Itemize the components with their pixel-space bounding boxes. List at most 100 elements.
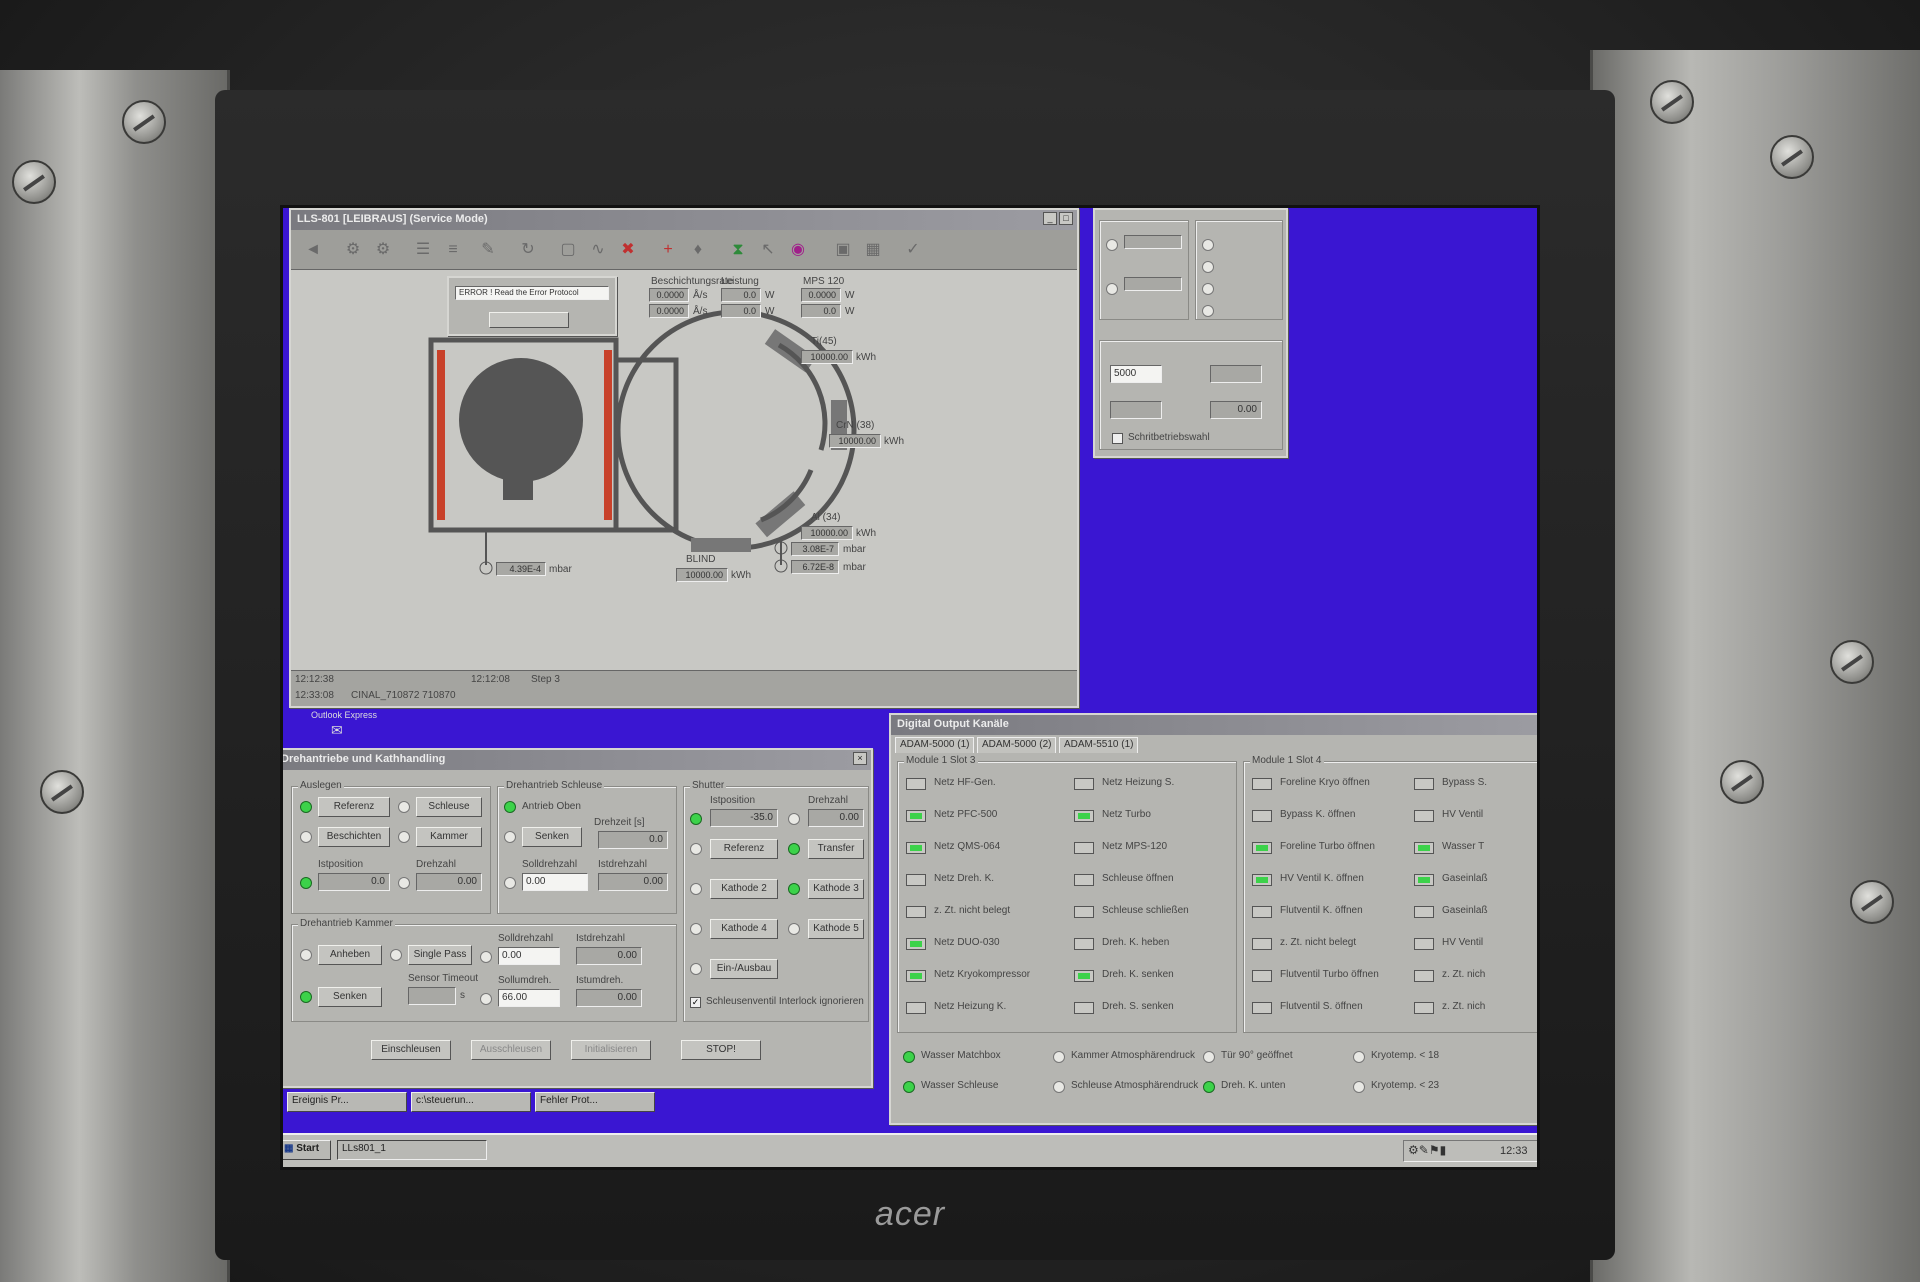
minimized-steuerung[interactable]: c:\steuerun... — [411, 1092, 531, 1112]
tab-adam-5000-2[interactable]: ADAM-5000 (2) — [977, 737, 1057, 753]
referenz-button[interactable]: Referenz — [318, 797, 390, 817]
output-toggle[interactable] — [1074, 842, 1094, 854]
side-value-1[interactable]: 5000 — [1110, 365, 1162, 383]
minimize-button[interactable]: _ — [1043, 212, 1057, 225]
gear2-icon[interactable]: ⚙ — [371, 238, 395, 262]
kathode4-button[interactable]: Kathode 4 — [710, 919, 778, 939]
initialisieren-button[interactable]: Initialisieren — [571, 1040, 651, 1060]
close-button[interactable]: × — [853, 752, 867, 765]
window-icon[interactable]: ▢ — [556, 238, 580, 262]
output-row[interactable]: Wasser T — [1414, 840, 1537, 860]
kathode3-button[interactable]: Kathode 3 — [808, 879, 864, 899]
wrench-icon[interactable]: ✎ — [476, 238, 500, 262]
save-icon[interactable]: ▣ — [831, 238, 855, 262]
output-toggle[interactable] — [1252, 810, 1272, 822]
kathode2-button[interactable]: Kathode 2 — [710, 879, 778, 899]
taskbar-app-button[interactable]: LLs801_1 — [337, 1140, 487, 1160]
output-toggle[interactable] — [1074, 778, 1094, 790]
error-icon[interactable]: ✖ — [616, 238, 640, 262]
single-pass-button[interactable]: Single Pass — [408, 945, 472, 965]
minimized-fehler[interactable]: Fehler Prot... — [535, 1092, 655, 1112]
anheben-button[interactable]: Anheben — [318, 945, 382, 965]
output-row[interactable]: Netz Dreh. K. — [906, 872, 1066, 892]
output-toggle[interactable] — [1252, 1002, 1272, 1014]
output-row[interactable]: Flutventil Turbo öffnen — [1252, 968, 1412, 988]
output-toggle[interactable] — [906, 842, 926, 854]
output-row[interactable]: Netz DUO-030 — [906, 936, 1066, 956]
refresh-icon[interactable]: ↻ — [516, 238, 540, 262]
side-led-6[interactable] — [1202, 305, 1214, 317]
beschichten-button[interactable]: Beschichten — [318, 827, 390, 847]
output-row[interactable]: Dreh. S. senken — [1074, 1000, 1234, 1020]
output-toggle[interactable] — [1074, 1002, 1094, 1014]
output-row[interactable]: z. Zt. nicht belegt — [1252, 936, 1412, 956]
plus-icon[interactable]: + — [656, 238, 680, 262]
output-row[interactable]: Foreline Kryo öffnen — [1252, 776, 1412, 796]
output-toggle[interactable] — [1074, 810, 1094, 822]
list-icon[interactable]: ☰ — [411, 238, 435, 262]
valve-icon[interactable]: ⧗ — [726, 238, 750, 262]
output-row[interactable]: Schleuse schließen — [1074, 904, 1234, 924]
mic-icon[interactable]: ♦ — [686, 238, 710, 262]
check-icon[interactable]: ✓ — [901, 238, 925, 262]
output-row[interactable]: Netz MPS-120 — [1074, 840, 1234, 860]
output-toggle[interactable] — [1252, 874, 1272, 886]
output-toggle[interactable] — [906, 778, 926, 790]
output-row[interactable]: HV Ventil K. öffnen — [1252, 872, 1412, 892]
tool-icon[interactable]: ≡ — [441, 238, 465, 262]
kammer-solldrehzahl-input[interactable]: 0.00 — [498, 947, 560, 965]
minimized-ereignis[interactable]: Ereignis Pr... — [287, 1092, 407, 1112]
side-checkbox[interactable] — [1112, 433, 1123, 444]
einschleusen-button[interactable]: Einschleusen — [371, 1040, 451, 1060]
tray-icons[interactable]: ⚙✎⚑▮ — [1408, 1143, 1446, 1157]
kathode5-button[interactable]: Kathode 5 — [808, 919, 864, 939]
transfer-button[interactable]: Transfer — [808, 839, 864, 859]
grid-icon[interactable]: ▦ — [861, 238, 885, 262]
output-row[interactable]: Gaseinlaß — [1414, 904, 1537, 924]
output-row[interactable]: Dreh. K. senken — [1074, 968, 1234, 988]
senken-kammer-button[interactable]: Senken — [318, 987, 382, 1007]
output-row[interactable]: Netz Heizung K. — [906, 1000, 1066, 1020]
schleuse-button[interactable]: Schleuse — [416, 797, 482, 817]
output-toggle[interactable] — [1252, 938, 1272, 950]
output-toggle[interactable] — [1414, 842, 1434, 854]
chart-icon[interactable]: ∿ — [586, 238, 610, 262]
output-toggle[interactable] — [1074, 970, 1094, 982]
output-toggle[interactable] — [906, 938, 926, 950]
side-led-5[interactable] — [1202, 283, 1214, 295]
output-toggle[interactable] — [906, 874, 926, 886]
output-toggle[interactable] — [1414, 970, 1434, 982]
output-row[interactable]: Netz HF-Gen. — [906, 776, 1066, 796]
output-row[interactable]: Netz Kryokompressor — [906, 968, 1066, 988]
output-row[interactable]: z. Zt. nich — [1414, 968, 1537, 988]
output-toggle[interactable] — [906, 1002, 926, 1014]
output-row[interactable]: Netz QMS-064 — [906, 840, 1066, 860]
output-toggle[interactable] — [1252, 970, 1272, 982]
output-row[interactable]: Flutventil K. öffnen — [1252, 904, 1412, 924]
output-toggle[interactable] — [1074, 938, 1094, 950]
output-toggle[interactable] — [1252, 778, 1272, 790]
output-toggle[interactable] — [1414, 1002, 1434, 1014]
cursor-icon[interactable]: ↖ — [756, 238, 780, 262]
output-row[interactable]: HV Ventil — [1414, 936, 1537, 956]
tab-adam-5000-1[interactable]: ADAM-5000 (1) — [895, 737, 975, 753]
shutter-referenz-button[interactable]: Referenz — [710, 839, 778, 859]
output-row[interactable]: Gaseinlaß — [1414, 872, 1537, 892]
output-row[interactable]: Netz PFC-500 — [906, 808, 1066, 828]
side-led-1[interactable] — [1106, 239, 1118, 251]
output-row[interactable]: Schleuse öffnen — [1074, 872, 1234, 892]
stop-button[interactable]: STOP! — [681, 1040, 761, 1060]
output-row[interactable]: Netz Turbo — [1074, 808, 1234, 828]
side-led-2[interactable] — [1106, 283, 1118, 295]
output-toggle[interactable] — [906, 970, 926, 982]
ausschleusen-button[interactable]: Ausschleusen — [471, 1040, 551, 1060]
start-button[interactable]: ▦ Start — [283, 1140, 331, 1160]
kammer-button[interactable]: Kammer — [416, 827, 482, 847]
output-row[interactable]: Foreline Turbo öffnen — [1252, 840, 1412, 860]
error-ok-button[interactable] — [489, 312, 569, 328]
solldrehzahl-input[interactable]: 0.00 — [522, 873, 588, 891]
sollumdreh-input[interactable]: 66.00 — [498, 989, 560, 1007]
senken-schleuse-button[interactable]: Senken — [522, 827, 582, 847]
tab-adam-5510-1[interactable]: ADAM-5510 (1) — [1059, 737, 1139, 753]
output-toggle[interactable] — [1414, 810, 1434, 822]
